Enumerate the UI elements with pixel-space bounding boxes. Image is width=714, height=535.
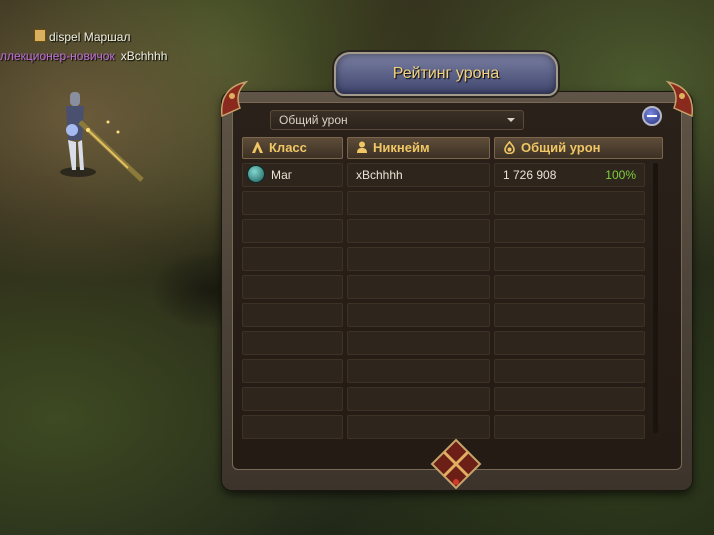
player-subplate: ллекционер-новичок xBchhhh <box>0 49 167 63</box>
class-icon <box>252 142 263 153</box>
table-row-empty <box>242 359 666 383</box>
player-character[interactable] <box>58 82 148 192</box>
left-dragon-ornament-icon <box>220 80 249 118</box>
cell-total-damage <box>494 359 645 383</box>
cell-class <box>242 331 343 355</box>
damage-type-dropdown[interactable]: Общий урон <box>270 110 524 130</box>
column-header-total-damage[interactable]: Общий урон <box>494 137 663 159</box>
table-row-empty <box>242 191 666 215</box>
column-header-class-label: Класс <box>269 140 307 155</box>
dropdown-selected-value: Общий урон <box>279 113 348 127</box>
window-title-plate[interactable]: Рейтинг урона <box>334 52 558 96</box>
minimize-button[interactable] <box>642 106 662 126</box>
cell-class-label: Маг <box>271 168 293 182</box>
right-dragon-ornament-icon <box>665 80 694 118</box>
column-header-nickname-label: Никнейм <box>373 140 430 155</box>
rating-table: Маг xBchhhh 1 726 908 100% <box>242 163 666 443</box>
cell-nickname <box>347 275 490 299</box>
cell-total-damage <box>494 191 645 215</box>
player-title: ллекционер-новичок <box>0 49 115 63</box>
cell-class <box>242 247 343 271</box>
cell-total-damage: 1 726 908 100% <box>494 163 645 187</box>
chevron-down-icon <box>507 118 515 122</box>
table-row[interactable]: Маг xBchhhh 1 726 908 100% <box>242 163 666 187</box>
mage-class-icon <box>247 165 265 183</box>
cell-nickname <box>347 247 490 271</box>
cell-nickname <box>347 359 490 383</box>
table-row-empty <box>242 275 666 299</box>
column-header-class[interactable]: Класс <box>242 137 343 159</box>
cell-nickname <box>347 303 490 327</box>
cell-total-damage <box>494 387 645 411</box>
cell-total-damage <box>494 303 645 327</box>
damage-rating-window: Рейтинг урона Общий урон Класс Никнейм О… <box>220 52 694 490</box>
cell-damage-percent: 100% <box>605 168 636 182</box>
cell-total-damage <box>494 331 645 355</box>
cell-nickname <box>347 387 490 411</box>
damage-icon <box>504 140 515 155</box>
cell-class <box>242 191 343 215</box>
cell-total-damage <box>494 219 645 243</box>
crossed-swords-emblem-icon <box>430 438 482 490</box>
cell-nickname <box>347 191 490 215</box>
table-scrollbar[interactable] <box>653 163 658 433</box>
player-icon <box>357 141 367 153</box>
window-title: Рейтинг урона <box>392 65 500 82</box>
minus-icon <box>647 115 657 117</box>
cell-total-damage <box>494 275 645 299</box>
cell-class <box>242 219 343 243</box>
cell-nickname <box>347 219 490 243</box>
table-row-empty <box>242 387 666 411</box>
cell-total-damage <box>494 415 645 439</box>
column-header-nickname[interactable]: Никнейм <box>347 137 490 159</box>
cell-class <box>242 303 343 327</box>
cell-class: Маг <box>242 163 343 187</box>
player-nameplate: dispel Маршал <box>34 29 130 44</box>
cell-total-damage <box>494 247 645 271</box>
table-row-empty <box>242 247 666 271</box>
cell-class <box>242 415 343 439</box>
table-row-empty <box>242 303 666 327</box>
cell-class <box>242 387 343 411</box>
cell-class <box>242 359 343 383</box>
guild-emblem-icon <box>34 29 46 42</box>
column-header-total-damage-label: Общий урон <box>521 140 601 155</box>
cell-nickname <box>347 331 490 355</box>
table-row-empty <box>242 219 666 243</box>
cell-damage-value: 1 726 908 <box>503 168 557 182</box>
table-row-empty <box>242 331 666 355</box>
player-name: xBchhhh <box>120 49 168 63</box>
cell-nickname-label: xBchhhh <box>356 168 403 182</box>
cell-class <box>242 275 343 299</box>
cell-nickname: xBchhhh <box>347 163 490 187</box>
table-header: Класс Никнейм Общий урон <box>242 137 664 159</box>
nameplate-name: dispel Маршал <box>49 30 131 44</box>
